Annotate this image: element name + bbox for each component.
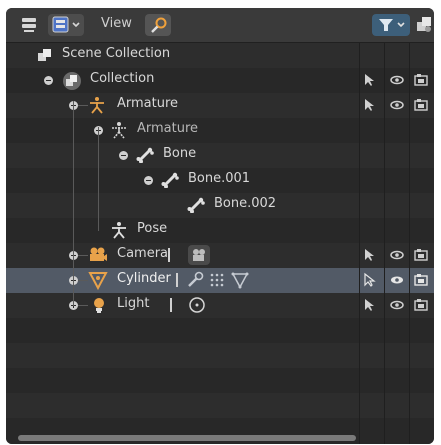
tree-label: Bone.001	[188, 171, 251, 186]
particle-grid-icon[interactable]	[208, 271, 226, 289]
filter-icon	[379, 19, 405, 31]
view-layer-icon	[52, 16, 80, 33]
tree-label: Collection	[90, 71, 155, 86]
tree-row-bone[interactable]: Bone	[6, 143, 434, 168]
light-data-icon[interactable]	[187, 295, 207, 315]
search-button[interactable]	[145, 14, 171, 36]
tree-row-collection[interactable]: Collection	[6, 68, 434, 93]
new-collection-icon	[417, 17, 431, 32]
tree-row-camera[interactable]: Camera	[6, 243, 434, 268]
selectable-toggle-icon[interactable]	[362, 247, 376, 263]
tree-row-armature-object[interactable]: Armature	[6, 93, 434, 118]
editor-type-button[interactable]	[18, 14, 42, 36]
tree-row-light[interactable]: Light	[6, 293, 434, 318]
search-icon	[151, 17, 167, 33]
tree-label: Camera	[117, 246, 169, 261]
tree-label: Pose	[137, 221, 168, 236]
selectable-toggle-icon[interactable]	[362, 97, 376, 113]
collapse-icon[interactable]	[119, 151, 128, 160]
tree-row-cylinder[interactable]: Cylinder	[6, 268, 434, 293]
camera-data-button[interactable]	[188, 245, 210, 265]
filter-dropdown[interactable]	[372, 14, 410, 36]
render-toggle-icon[interactable]	[414, 72, 428, 88]
tree-label: Scene Collection	[62, 46, 171, 61]
selectable-toggle-icon[interactable]	[362, 72, 376, 88]
outliner-editor-icon	[22, 18, 36, 32]
selectable-toggle-icon[interactable]	[362, 272, 376, 288]
camera-data-icon	[193, 249, 205, 261]
selectable-toggle-icon[interactable]	[362, 297, 376, 313]
collection-icon	[63, 72, 81, 90]
scene-collection-icon	[38, 49, 51, 61]
chevron-down-icon	[72, 22, 80, 28]
pose-icon	[112, 222, 126, 239]
tree-label: Cylinder	[117, 271, 171, 286]
tree-connector	[98, 127, 99, 231]
chevron-down-icon	[397, 22, 405, 28]
outliner-editor: View Scene Collection Collection Armatur…	[6, 8, 434, 444]
tree-row-bone-002[interactable]: Bone.002	[6, 193, 434, 218]
new-collection-button[interactable]	[414, 14, 434, 36]
armature-icon	[90, 97, 104, 114]
bone-icon	[136, 147, 154, 163]
render-toggle-icon[interactable]	[414, 97, 428, 113]
visibility-toggle-icon[interactable]	[389, 247, 405, 263]
tree-label: Armature	[117, 96, 179, 111]
view-menu[interactable]: View	[101, 16, 132, 38]
collapse-icon[interactable]	[44, 76, 53, 85]
render-toggle-icon[interactable]	[414, 272, 428, 288]
tree-row-armature-data[interactable]: Armature	[6, 118, 434, 143]
tree-row-scene-collection[interactable]: Scene Collection	[6, 43, 434, 68]
outliner-tree: Scene Collection Collection Armature Arm…	[6, 43, 434, 444]
visibility-toggle-icon[interactable]	[389, 297, 405, 313]
visibility-toggle-icon[interactable]	[389, 97, 405, 113]
camera-icon	[90, 247, 107, 261]
collapse-icon[interactable]	[144, 176, 153, 185]
visibility-toggle-icon[interactable]	[389, 72, 405, 88]
light-icon	[94, 298, 104, 313]
bone-icon	[187, 197, 205, 213]
tree-label: Light	[117, 296, 150, 311]
tree-label: Armature	[137, 121, 199, 136]
tree-label: Bone	[163, 146, 197, 161]
display-mode-dropdown[interactable]	[48, 14, 84, 36]
outliner-header: View	[6, 8, 434, 43]
tree-row-pose[interactable]: Pose	[6, 218, 434, 243]
armature-data-icon	[112, 122, 126, 139]
render-toggle-icon[interactable]	[414, 297, 428, 313]
modifier-wrench-icon[interactable]	[186, 271, 204, 289]
tree-row-bone-001[interactable]: Bone.001	[6, 168, 434, 193]
tree-connector	[73, 101, 74, 306]
render-toggle-icon[interactable]	[414, 247, 428, 263]
mesh-data-icon[interactable]	[231, 271, 249, 289]
visibility-toggle-icon[interactable]	[389, 272, 405, 288]
mesh-object-icon	[88, 272, 108, 291]
horizontal-scrollbar[interactable]	[18, 435, 356, 441]
bone-icon	[161, 172, 179, 188]
tree-label: Bone.002	[214, 196, 277, 211]
